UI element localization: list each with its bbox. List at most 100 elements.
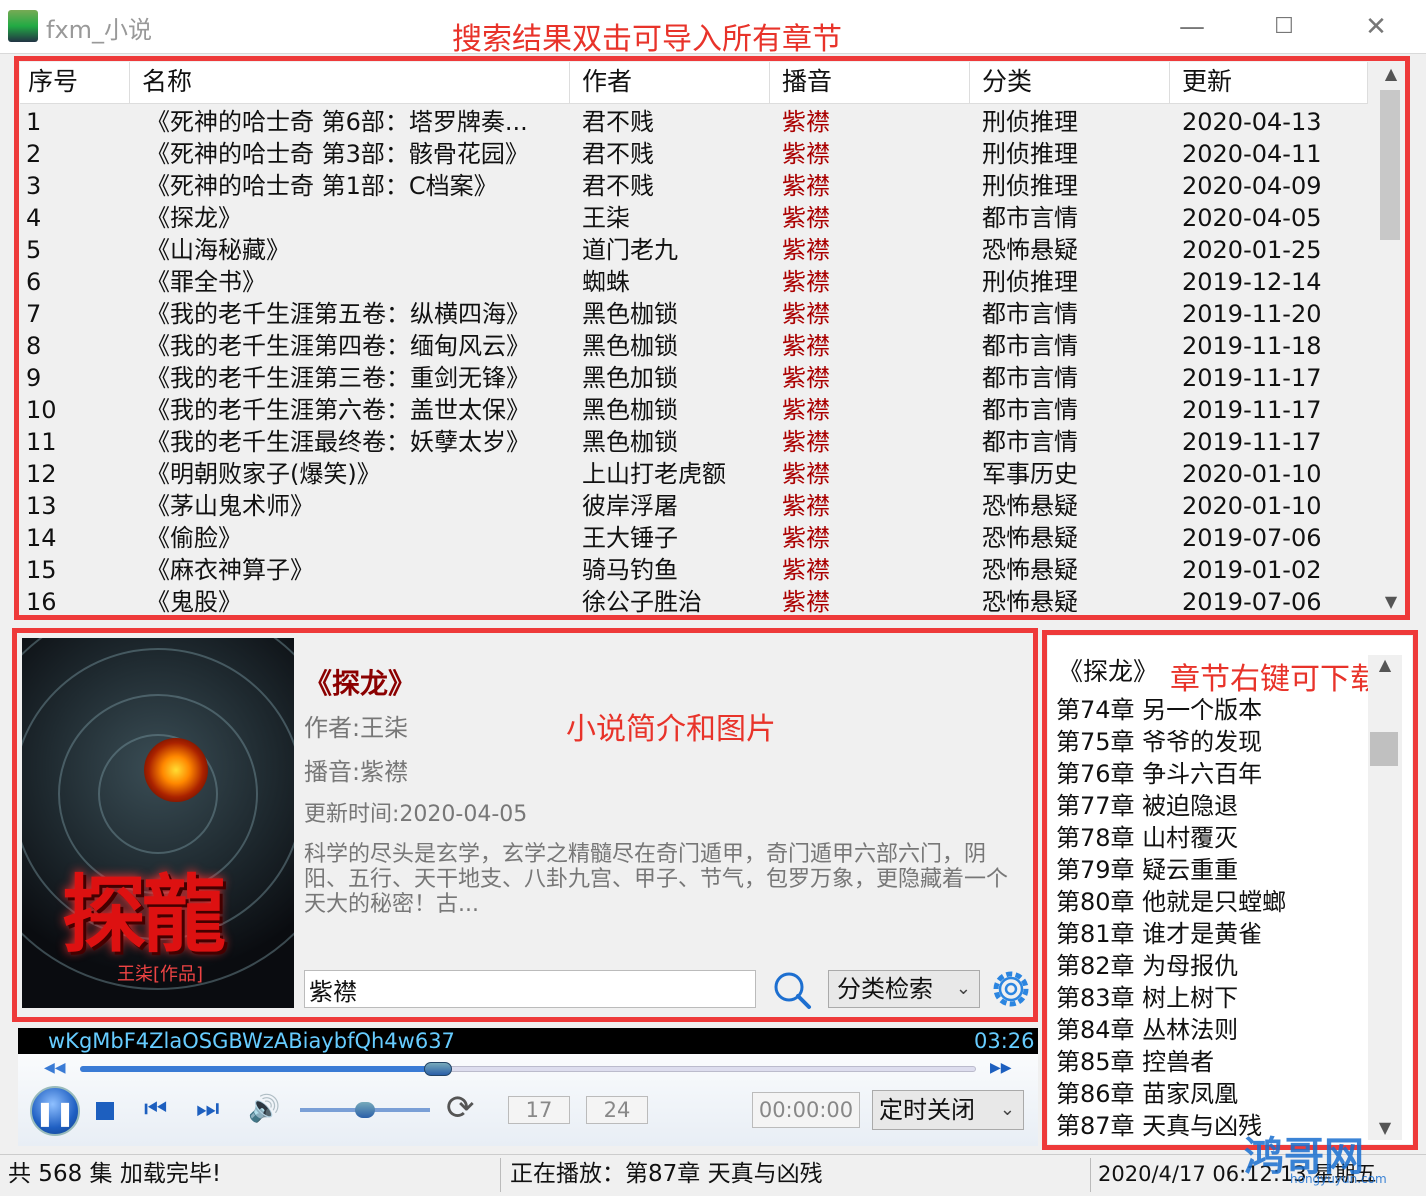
volume-icon[interactable]: 🔊 — [248, 1094, 280, 1124]
cell-name: 《偷脸》 — [146, 524, 242, 552]
table-row[interactable]: 4 《探龙》 王柒 紫襟 都市言情 2020-04-05 — [20, 202, 1368, 234]
chapter-scrollbar[interactable] — [1368, 655, 1402, 1140]
search-mode-select[interactable]: 分类检索 ⌄ — [828, 970, 980, 1008]
chapter-item[interactable]: 第84章 丛林法则 — [1056, 1014, 1238, 1046]
chapter-item[interactable]: 第80章 他就是只螳螂 — [1056, 886, 1286, 918]
cell-author: 蜘蛛 — [582, 268, 630, 296]
track-duration: 03:26 — [974, 1029, 1035, 1053]
cell-name: 《明朝败家子(爆笑)》 — [146, 460, 381, 488]
chapter-item[interactable]: 第86章 苗家凤凰 — [1056, 1078, 1238, 1110]
cell-name: 《我的老千生涯第五卷：纵横四海》 — [146, 300, 530, 328]
chapter-item[interactable]: 第74章 另一个版本 — [1056, 694, 1262, 726]
timer-mode-select[interactable]: 定时关闭 ⌄ — [872, 1090, 1024, 1130]
table-row[interactable]: 9 《我的老千生涯第三卷：重剑无锋》 黑色加锁 紫襟 都市言情 2019-11-17 — [20, 362, 1368, 394]
chapter-item[interactable]: 第79章 疑云重重 — [1056, 854, 1238, 886]
progress-knob[interactable] — [424, 1062, 452, 1076]
timer-input[interactable]: 00:00:00 — [752, 1092, 860, 1128]
cell-updated: 2019-07-06 — [1182, 588, 1322, 614]
gear-icon[interactable] — [990, 968, 1032, 1010]
annotation-top: 搜索结果双击可导入所有章节 — [452, 22, 842, 57]
table-row[interactable]: 16 《鬼股》 徐公子胜治 紫襟 恐怖悬疑 2019-07-06 — [20, 586, 1368, 614]
chapter-number-box[interactable]: 17 — [508, 1096, 570, 1124]
cell-author: 道门老九 — [582, 236, 678, 264]
chapter-item[interactable]: 第87章 天真与凶残 — [1056, 1110, 1262, 1142]
search-icon[interactable] — [772, 970, 812, 1010]
chapter-item[interactable]: 第81章 谁才是黄雀 — [1056, 918, 1262, 950]
chapter-item[interactable]: 第77章 被迫隐退 — [1056, 790, 1238, 822]
cell-reader: 紫襟 — [782, 588, 830, 614]
table-row[interactable]: 14 《偷脸》 王大锤子 紫襟 恐怖悬疑 2019-07-06 — [20, 522, 1368, 554]
cell-reader: 紫襟 — [782, 268, 830, 296]
fast-forward-icon[interactable]: ▶▶ — [990, 1060, 1012, 1076]
table-row[interactable]: 10 《我的老千生涯第六卷：盖世太保》 黑色枷锁 紫襟 都市言情 2019-11-17 — [20, 394, 1368, 426]
cover-subtitle: 王柒[作品] — [117, 964, 204, 985]
chapter-item[interactable]: 第75章 爷爷的发现 — [1056, 726, 1262, 758]
table-row[interactable]: 15 《麻衣神算子》 骑马钓鱼 紫襟 恐怖悬疑 2019-01-02 — [20, 554, 1368, 586]
cell-updated: 2020-04-11 — [1182, 140, 1322, 168]
minimize-button[interactable]: — — [1172, 12, 1212, 42]
cell-no: 13 — [26, 492, 57, 520]
cell-author: 王柒 — [582, 204, 630, 232]
chapter-scroll-down-icon[interactable]: ▼ — [1374, 1118, 1396, 1137]
cell-no: 3 — [26, 172, 42, 200]
chapter-item[interactable]: 第85章 控兽者 — [1056, 1046, 1214, 1078]
chevron-down-icon: ⌄ — [999, 1099, 1015, 1120]
table-row[interactable]: 12 《明朝败家子(爆笑)》 上山打老虎额 紫襟 军事历史 2020-01-10 — [20, 458, 1368, 490]
chapter-item[interactable]: 第83章 树上树下 — [1056, 982, 1238, 1014]
repeat-icon[interactable]: ⟳ — [446, 1088, 475, 1128]
chapter-item[interactable]: 第78章 山村覆灭 — [1056, 822, 1238, 854]
volume-knob[interactable] — [355, 1102, 375, 1118]
table-row[interactable]: 2 《死神的哈士奇 第3部：骸骨花园》 君不贱 紫襟 刑侦推理 2020-04-11 — [20, 138, 1368, 170]
table-row[interactable]: 13 《茅山鬼术师》 彼岸浮屠 紫襟 恐怖悬疑 2020-01-10 — [20, 490, 1368, 522]
cell-reader: 紫襟 — [782, 236, 830, 264]
column-header-no[interactable]: 序号 — [20, 62, 130, 104]
cell-author: 黑色枷锁 — [582, 300, 678, 328]
maximize-button[interactable]: ☐ — [1264, 12, 1304, 42]
cell-reader: 紫襟 — [782, 172, 830, 200]
chapter-total-box[interactable]: 24 — [586, 1096, 648, 1124]
cell-name: 《鬼股》 — [146, 588, 242, 614]
cell-name: 《死神的哈士奇 第6部：塔罗牌奏... — [146, 108, 528, 136]
novel-updated: 更新时间:2020-04-05 — [304, 802, 528, 827]
table-row[interactable]: 3 《死神的哈士奇 第1部：C档案》 君不贱 紫襟 刑侦推理 2020-04-09 — [20, 170, 1368, 202]
column-header-name[interactable]: 名称 — [130, 62, 570, 104]
table-row[interactable]: 11 《我的老千生涯最终卷：妖孽太岁》 黑色枷锁 紫襟 都市言情 2019-11-17 — [20, 426, 1368, 458]
rewind-icon[interactable]: ◀◀ — [44, 1060, 66, 1076]
cell-category: 都市言情 — [982, 300, 1078, 328]
previous-icon[interactable]: ⏮ — [144, 1094, 167, 1125]
column-header-author[interactable]: 作者 — [570, 62, 770, 104]
chapter-item[interactable]: 第76章 争斗六百年 — [1056, 758, 1262, 790]
scroll-up-icon[interactable]: ▲ — [1380, 64, 1402, 83]
table-scrollbar-thumb[interactable] — [1380, 90, 1400, 240]
table-row[interactable]: 5 《山海秘藏》 道门老九 紫襟 恐怖悬疑 2020-01-25 — [20, 234, 1368, 266]
app-icon — [8, 10, 38, 42]
table-row[interactable]: 8 《我的老千生涯第四卷：缅甸风云》 黑色枷锁 紫襟 都市言情 2019-11-18 — [20, 330, 1368, 362]
column-header-reader[interactable]: 播音 — [770, 62, 970, 104]
cell-no: 15 — [26, 556, 57, 584]
cell-category: 军事历史 — [982, 460, 1078, 488]
close-button[interactable]: ✕ — [1356, 12, 1396, 42]
chevron-down-icon: ⌄ — [955, 978, 971, 999]
cell-reader: 紫襟 — [782, 492, 830, 520]
column-header-category[interactable]: 分类 — [970, 62, 1170, 104]
table-row[interactable]: 7 《我的老千生涯第五卷：纵横四海》 黑色枷锁 紫襟 都市言情 2019-11-20 — [20, 298, 1368, 330]
search-input[interactable] — [304, 970, 756, 1008]
cell-author: 黑色枷锁 — [582, 396, 678, 424]
pause-button[interactable]: ❚❚ — [30, 1086, 80, 1136]
chapter-scroll-up-icon[interactable]: ▲ — [1374, 655, 1396, 674]
cell-category: 刑侦推理 — [982, 268, 1078, 296]
table-row[interactable]: 1 《死神的哈士奇 第6部：塔罗牌奏... 君不贱 紫襟 刑侦推理 2020-04-13 — [20, 106, 1368, 138]
cell-name: 《死神的哈士奇 第3部：骸骨花园》 — [146, 140, 529, 168]
table-row[interactable]: 6 《罪全书》 蜘蛛 紫襟 刑侦推理 2019-12-14 — [20, 266, 1368, 298]
cell-no: 8 — [26, 332, 42, 360]
next-icon[interactable]: ⏭ — [196, 1094, 219, 1125]
cell-reader: 紫襟 — [782, 140, 830, 168]
chapter-scrollbar-thumb[interactable] — [1370, 732, 1398, 766]
stop-icon[interactable] — [96, 1102, 114, 1120]
cell-author: 上山打老虎额 — [582, 460, 726, 488]
cell-category: 都市言情 — [982, 204, 1078, 232]
chapter-item[interactable]: 第82章 为母报仇 — [1056, 950, 1238, 982]
results-table[interactable]: 序号 名称 作者 播音 分类 更新 1 《死神的哈士奇 第6部：塔罗牌奏... 君不… — [20, 62, 1406, 614]
scroll-down-icon[interactable]: ▼ — [1380, 592, 1402, 611]
column-header-updated[interactable]: 更新 — [1170, 62, 1368, 104]
